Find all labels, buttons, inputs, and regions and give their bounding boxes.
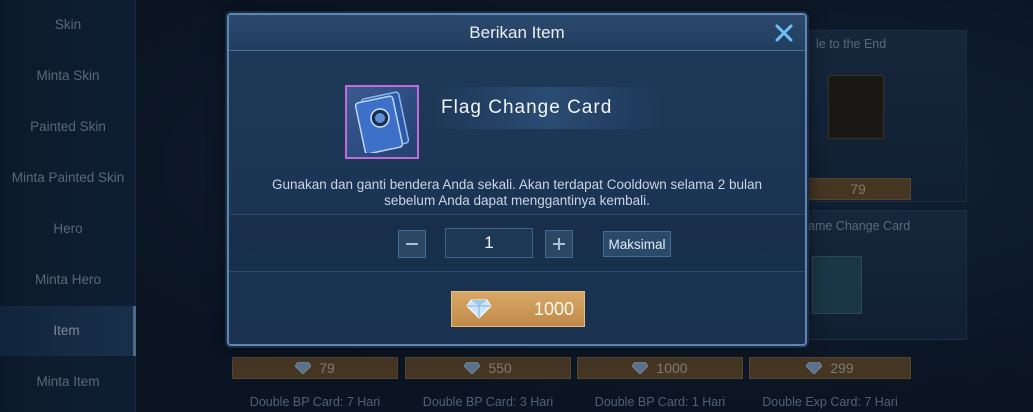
increase-quantity-button[interactable]	[545, 230, 573, 258]
close-icon	[775, 24, 793, 42]
max-quantity-button[interactable]: Maksimal	[603, 231, 671, 257]
item-description: Gunakan dan ganti bendera Anda sekali. A…	[271, 177, 763, 208]
buy-price: 1000	[533, 298, 574, 319]
decrease-quantity-button[interactable]	[398, 230, 426, 258]
buy-button[interactable]: 1000	[451, 291, 585, 327]
close-button[interactable]	[771, 20, 797, 46]
diamond-icon	[466, 299, 492, 319]
item-name: Flag Change Card	[433, 87, 663, 129]
quantity-input[interactable]: 1	[445, 228, 533, 258]
dialog-title: Berikan Item	[469, 22, 565, 42]
minus-icon	[406, 243, 418, 245]
flag-change-card-icon	[354, 91, 410, 153]
plus-icon	[553, 238, 565, 250]
give-item-dialog: Berikan Item Flag Change Card Gunakan da…	[227, 13, 807, 346]
item-icon-frame	[345, 85, 419, 159]
dialog-header: Berikan Item	[229, 15, 805, 51]
